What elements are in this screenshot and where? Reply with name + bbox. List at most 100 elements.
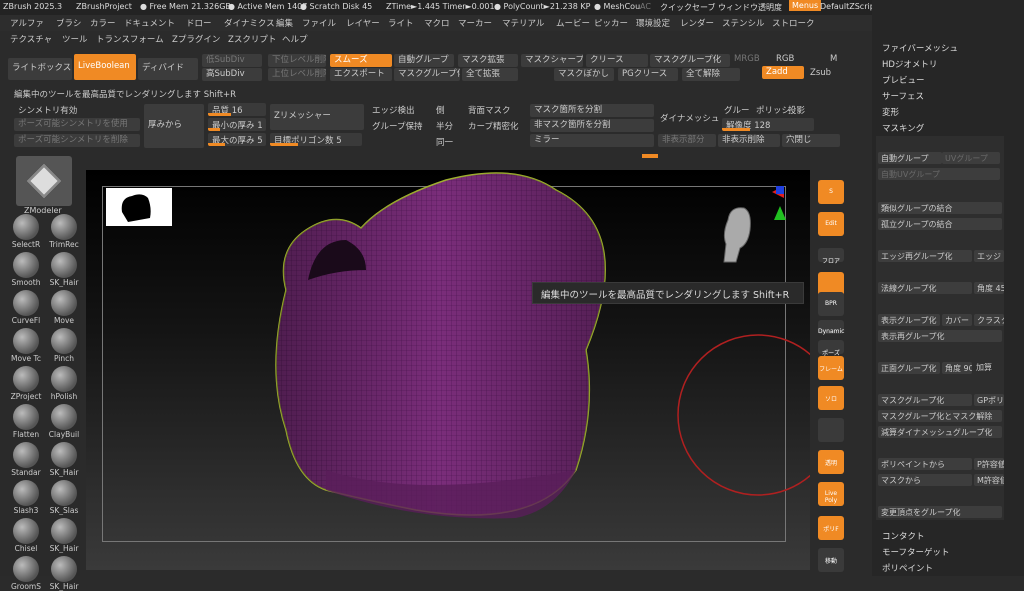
menu-item[interactable]: ツール — [62, 33, 88, 45]
brush-tool[interactable]: Slash3 — [8, 480, 44, 515]
view-button[interactable]: 透明 — [818, 450, 844, 474]
quality-slider[interactable]: 品質 16 — [208, 103, 266, 116]
menu-item[interactable]: ムービー — [556, 17, 590, 29]
symmetry-toggle[interactable]: シンメトリ有効 — [18, 104, 77, 116]
menu-item[interactable]: ブラシ — [56, 17, 81, 29]
auto-uv-group-button[interactable]: 自動UVグループ — [878, 168, 1000, 180]
low-subdiv-button[interactable]: 低SubDiv — [202, 54, 262, 67]
menu-item[interactable]: Zスクリプト — [228, 33, 276, 45]
similar-merge-button[interactable]: 類似グループの結合 — [878, 202, 1002, 214]
same-toggle[interactable]: 同一 — [436, 136, 453, 148]
view-button[interactable]: S — [818, 180, 844, 204]
menu-item[interactable]: ダイナミクス — [224, 17, 275, 29]
uvgroup-button[interactable]: UVグループ — [942, 152, 1000, 164]
right-panel-item[interactable]: プレビュー — [882, 74, 925, 86]
split-unmasked-button[interactable]: 非マスク箇所を分割 — [530, 119, 654, 132]
view-button[interactable]: Live Poly — [818, 482, 844, 506]
side-toggle[interactable]: 側 — [436, 104, 445, 116]
brush-tool[interactable]: Standar — [8, 442, 44, 477]
divide-button[interactable]: ディバイド — [138, 58, 198, 80]
brush-tool[interactable]: ClayBuil — [46, 404, 82, 439]
angle-90-slider[interactable]: 角度 90 — [942, 362, 972, 374]
brush-tool[interactable]: Chisel — [8, 518, 44, 553]
right-panel-item[interactable]: 変形 — [882, 106, 899, 118]
back-mask-toggle[interactable]: 背面マスク — [468, 104, 511, 116]
edge-detect-toggle[interactable]: エッジ検出 — [372, 104, 415, 116]
brush-tool[interactable]: Smooth — [8, 252, 44, 287]
transparency-slider[interactable]: ウィンドウ透明度 — [718, 2, 782, 13]
angle-45-slider[interactable]: 角度 45 — [974, 282, 1004, 294]
autogroup-button[interactable]: 自動グループ — [394, 54, 454, 67]
cluster-slider[interactable]: クラスタ — [974, 314, 1004, 326]
menu-item[interactable]: Zプラグイン — [172, 33, 220, 45]
brush-tool[interactable]: SK_Hair — [46, 556, 82, 591]
mask-sharpen-button[interactable]: マスクシャープ — [521, 54, 583, 67]
all-clear-button[interactable]: 全て解除 — [682, 68, 740, 81]
dynamesh-button[interactable]: ダイナメッシュ — [660, 112, 719, 124]
menu-item[interactable]: 環境設定 — [636, 17, 670, 29]
lightbox-button[interactable]: ライトボックス — [8, 58, 72, 80]
menu-item[interactable]: マテリアル — [502, 17, 544, 29]
cover-slider[interactable]: カバー — [942, 314, 972, 326]
brush-tool[interactable]: CurveFl — [8, 290, 44, 325]
polish-toggle[interactable]: ポリッシ — [756, 104, 790, 116]
m-toggle[interactable]: M — [830, 54, 837, 64]
pgcrease-button[interactable]: PGクリース — [618, 68, 678, 81]
right-panel-item[interactable]: マスキング — [882, 122, 924, 134]
zsub-button[interactable]: Zsub — [810, 68, 831, 78]
edge-slider[interactable]: エッジ — [974, 250, 1004, 262]
min-thickness-slider[interactable]: 最小の厚み 1 — [208, 118, 266, 131]
p-tolerance-slider[interactable]: P許容値 — [974, 458, 1004, 470]
mesh-object[interactable] — [216, 170, 636, 540]
maskgroup-button[interactable]: マスクグループ化 — [394, 68, 460, 81]
close-holes-button[interactable]: 穴閉じ — [782, 134, 840, 147]
thickness-button[interactable]: 厚みから — [144, 104, 204, 148]
menu-item[interactable]: ライト — [388, 17, 414, 29]
mask-group-clear-button[interactable]: マスクグループ化とマスク解除 — [878, 410, 1002, 422]
rgb-toggle[interactable]: RGB — [776, 54, 794, 64]
right-panel-item[interactable]: HDジオメトリ — [882, 58, 937, 70]
all-expand-button[interactable]: 全て拡張 — [462, 68, 518, 81]
brush-tool[interactable]: ZProject — [8, 366, 44, 401]
high-subdiv-button[interactable]: 高SubDiv — [202, 68, 262, 81]
right-panel-item[interactable]: ポリペイント — [882, 562, 933, 574]
dynamesh-group-reduce-button[interactable]: 減算ダイナメッシュグループ化 — [878, 426, 1002, 438]
groups-toggle[interactable]: グルー — [724, 104, 750, 116]
menu-item[interactable]: レイヤー — [346, 17, 380, 29]
menu-item[interactable]: 編集 — [276, 17, 293, 29]
view-button[interactable]: Edit — [818, 212, 844, 236]
liveboolean-button[interactable]: LiveBoolean — [74, 54, 136, 80]
menu-item[interactable]: マクロ — [424, 17, 450, 29]
menu-item[interactable]: マーカー — [458, 17, 492, 29]
view-button[interactable] — [818, 418, 844, 442]
brush-tool[interactable]: SK_Hair — [46, 252, 82, 287]
project-toggle[interactable]: 投影 — [788, 104, 805, 116]
split-masked-button[interactable]: マスク箇所を分割 — [530, 104, 654, 117]
resolution-slider[interactable]: 解像度 128 — [722, 118, 814, 131]
mask-blur-button[interactable]: マスクぼかし — [554, 68, 614, 81]
right-panel-item[interactable]: ファイバーメッシュ — [882, 42, 958, 54]
menu-item[interactable]: ピッカー — [594, 17, 628, 29]
menu-item[interactable]: アルファ — [10, 17, 44, 29]
half-toggle[interactable]: 半分 — [436, 120, 453, 132]
upper-level-button[interactable]: 上位レベル削除 — [268, 68, 326, 81]
m-tolerance-slider[interactable]: M許容値 — [974, 474, 1004, 486]
quicksave-button[interactable]: クイックセーブ — [660, 2, 716, 13]
view-button[interactable]: 移動 — [818, 548, 844, 572]
viewport[interactable] — [86, 170, 810, 570]
brush-tool[interactable]: TrimRec — [46, 214, 82, 249]
axis-gizmo-icon[interactable] — [754, 184, 788, 224]
from-polypaint-button[interactable]: ポリペイントから — [878, 458, 972, 470]
right-panel-item[interactable]: サーフェス — [882, 90, 924, 102]
crease-button[interactable]: クリース — [586, 54, 648, 67]
brush-tool[interactable]: Move Tc — [8, 328, 44, 363]
show-group-button[interactable]: 表示グループ化 — [878, 314, 940, 326]
brush-tool[interactable]: Flatten — [8, 404, 44, 439]
menu-item[interactable]: ストローク — [772, 17, 815, 29]
posable-symmetry-delete-button[interactable]: ポーズ可能シンメトリを削除 — [14, 134, 140, 147]
brush-tool[interactable]: SK_Hair — [46, 442, 82, 477]
add-toggle[interactable]: 加算 — [976, 362, 992, 373]
menu-item[interactable]: ドキュメント — [124, 17, 175, 29]
smooth-button[interactable]: スムーズ — [330, 54, 392, 67]
curve-refine-toggle[interactable]: カーブ精密化 — [468, 120, 519, 132]
